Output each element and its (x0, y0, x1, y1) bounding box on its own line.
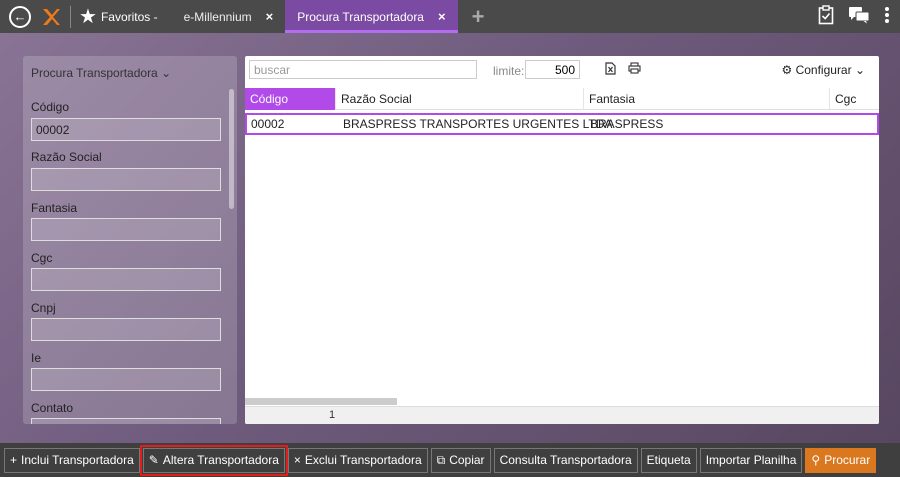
chat-icon[interactable] (848, 6, 870, 24)
copy-button[interactable]: ⧉ Copiar (430, 447, 491, 473)
sidebar-scrollbar[interactable] (229, 89, 234, 209)
fantasia-label: Fantasia (31, 201, 78, 215)
cell-fantasia: BRASPRESS (590, 117, 664, 131)
tab-label: Procura Transportadora (297, 9, 424, 24)
plus-icon: + (10, 453, 18, 467)
import-spreadsheet-button[interactable]: Importar Planilha (699, 447, 803, 473)
back-arrow-icon[interactable]: ← (9, 5, 31, 28)
limit-field[interactable] (525, 60, 580, 79)
delete-transportadora-button[interactable]: × Exclui Transportadora (287, 447, 428, 473)
codigo-field[interactable] (31, 118, 221, 141)
top-right-actions (818, 5, 890, 25)
column-header-razao-social[interactable]: Razão Social (336, 88, 584, 110)
button-label: Exclui Transportadora (304, 453, 422, 467)
print-icon[interactable] (628, 62, 641, 74)
button-label: Inclui Transportadora (21, 453, 134, 467)
table-row[interactable]: 00002 BRASPRESS TRANSPORTES URGENTES LTD… (245, 113, 879, 135)
top-bar: ← ★ Favoritos - e-Millennium × Procura T… (0, 0, 900, 33)
page-number[interactable]: 1 (329, 409, 335, 421)
horizontal-scrollbar[interactable] (245, 398, 397, 405)
filter-panel-title[interactable]: Procura Transportadora ⌄ (31, 66, 171, 80)
fantasia-field[interactable] (31, 218, 221, 241)
results-panel: limite: ⚙ Configurar ⌄ Código Razão Soci… (245, 56, 879, 424)
cnpj-label: Cnpj (31, 301, 56, 315)
configure-label: Configurar ⌄ (795, 63, 865, 77)
configure-button[interactable]: ⚙ Configurar ⌄ (781, 63, 865, 77)
limit-label: limite: (493, 64, 525, 78)
table-header: Código Razão Social Fantasia Cgc (245, 88, 879, 110)
add-transportadora-button[interactable]: + Inclui Transportadora (4, 447, 140, 473)
ie-field[interactable] (31, 368, 221, 391)
cell-razao-social: BRASPRESS TRANSPORTES URGENTES LTDA (343, 117, 613, 131)
copy-icon: ⧉ (436, 452, 446, 467)
close-icon[interactable]: × (266, 9, 274, 24)
button-label: Copiar (449, 453, 485, 467)
pagination-bar: 1 (245, 406, 879, 424)
codigo-label: Código (31, 100, 70, 114)
gear-icon: ⚙ (781, 63, 793, 77)
cnpj-field[interactable] (31, 318, 221, 341)
edit-transportadora-button[interactable]: ✎ Altera Transportadora (139, 444, 288, 476)
ie-label: Ie (31, 351, 42, 365)
clipboard-check-icon[interactable] (818, 5, 834, 25)
search-input[interactable] (249, 60, 477, 79)
favorites-menu[interactable]: Favoritos - (101, 10, 158, 24)
button-label: Importar Planilha (705, 453, 797, 467)
column-header-fantasia[interactable]: Fantasia (584, 88, 830, 110)
cgc-field[interactable] (31, 268, 221, 291)
consult-transportadora-button[interactable]: Consulta Transportadora (493, 447, 638, 473)
label-button[interactable]: Etiqueta (640, 447, 697, 473)
razao-social-label: Razão Social (31, 150, 102, 164)
filter-panel: Procura Transportadora ⌄ Código Razão So… (23, 56, 237, 424)
app-logo-icon[interactable] (40, 6, 62, 28)
star-icon[interactable]: ★ (79, 7, 97, 27)
contato-field[interactable] (31, 418, 221, 424)
contato-label: Contato (31, 401, 74, 415)
close-icon: × (293, 453, 301, 467)
razao-social-field[interactable] (31, 168, 221, 191)
tab-label: e-Millennium (183, 9, 252, 24)
more-vertical-icon[interactable] (884, 6, 890, 24)
cgc-label: Cgc (31, 251, 53, 265)
column-header-codigo[interactable]: Código (245, 88, 336, 110)
search-icon: ⚲ (811, 453, 821, 467)
divider (70, 5, 71, 28)
cell-codigo: 00002 (251, 117, 285, 131)
button-label: Consulta Transportadora (499, 453, 632, 467)
tab-e-millennium[interactable]: e-Millennium × (172, 0, 286, 33)
edit-icon: ✎ (148, 453, 159, 467)
tab-procura-transportadora[interactable]: Procura Transportadora × (285, 0, 458, 33)
action-toolbar: + Inclui Transportadora ✎ Altera Transpo… (0, 443, 900, 477)
column-header-cgc[interactable]: Cgc (830, 88, 879, 110)
search-button[interactable]: ⚲ Procurar (805, 447, 877, 473)
add-tab-icon[interactable]: + (472, 5, 485, 28)
close-icon[interactable]: × (438, 9, 446, 24)
button-label: Etiqueta (646, 453, 691, 467)
excel-export-icon[interactable] (605, 62, 616, 75)
button-label: Altera Transportadora (162, 453, 279, 467)
button-label: Procurar (824, 453, 871, 467)
